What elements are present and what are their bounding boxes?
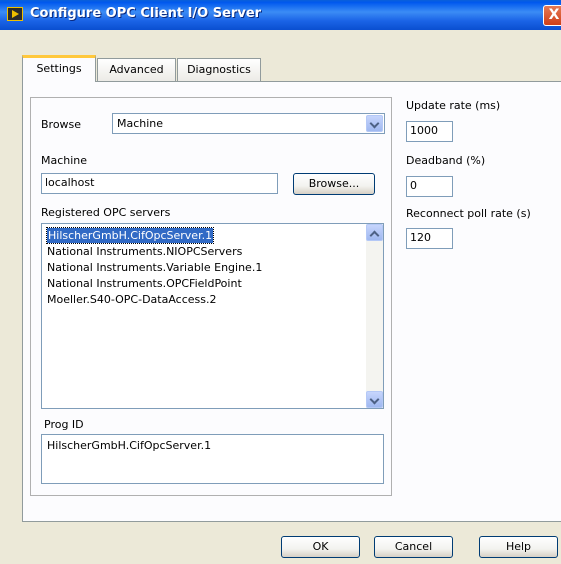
ok-button[interactable]: OK [281, 536, 360, 558]
close-button[interactable]: X [543, 5, 561, 26]
update-rate-field[interactable]: 1000 [406, 121, 453, 142]
progid-field[interactable]: HilscherGmbH.CifOpcServer.1 [41, 434, 384, 484]
browse-label: Browse [41, 118, 82, 131]
list-item[interactable]: National Instruments.NIOPCServers [47, 244, 242, 259]
tab-advanced[interactable]: Advanced [97, 58, 176, 81]
tab-advanced-label: Advanced [109, 63, 164, 76]
vertical-scrollbar[interactable] [366, 224, 383, 408]
machine-label: Machine [41, 154, 88, 167]
scroll-up-button[interactable] [366, 224, 383, 241]
dialog-window: Configure OPC Client I/O Server X Settin… [0, 0, 561, 564]
window-title: Configure OPC Client I/O Server [30, 6, 262, 21]
list-item[interactable]: Moeller.S40-OPC-DataAccess.2 [47, 292, 217, 307]
servers-list[interactable]: HilscherGmbH.CifOpcServer.1 National Ins… [41, 223, 384, 409]
browse-mode-select[interactable]: Machine [112, 113, 385, 134]
list-item[interactable]: National Instruments.OPCFieldPoint [47, 276, 242, 291]
list-item[interactable]: HilscherGmbH.CifOpcServer.1 [45, 227, 215, 244]
chevron-down-icon [369, 394, 380, 405]
deadband-field[interactable]: 0 [406, 176, 453, 197]
chevron-up-icon [369, 230, 380, 241]
cancel-button[interactable]: Cancel [374, 536, 453, 558]
chevron-down-icon [369, 118, 380, 129]
help-button[interactable]: Help [479, 536, 558, 558]
browse-mode-value: Machine [117, 117, 164, 130]
tab-diagnostics[interactable]: Diagnostics [177, 58, 261, 81]
progid-label: Prog ID [44, 418, 84, 431]
browse-button[interactable]: Browse... [293, 173, 375, 195]
scroll-down-button[interactable] [366, 391, 383, 408]
tab-diagnostics-label: Diagnostics [187, 63, 251, 76]
dropdown-button[interactable] [366, 115, 383, 132]
reconnect-rate-field[interactable]: 120 [406, 228, 453, 249]
machine-field[interactable]: localhost [41, 173, 278, 194]
close-icon: X [548, 7, 560, 23]
update-rate-label: Update rate (ms) [406, 99, 501, 112]
registered-servers-label: Registered OPC servers [41, 206, 171, 219]
reconnect-rate-label: Reconnect poll rate (s) [406, 207, 531, 220]
labview-icon [7, 7, 23, 21]
list-item[interactable]: National Instruments.Variable Engine.1 [47, 260, 262, 275]
tab-settings-label: Settings [36, 62, 82, 75]
tab-settings[interactable]: Settings [22, 55, 96, 82]
title-bar[interactable]: Configure OPC Client I/O Server X [0, 0, 561, 30]
deadband-label: Deadband (%) [406, 154, 486, 167]
